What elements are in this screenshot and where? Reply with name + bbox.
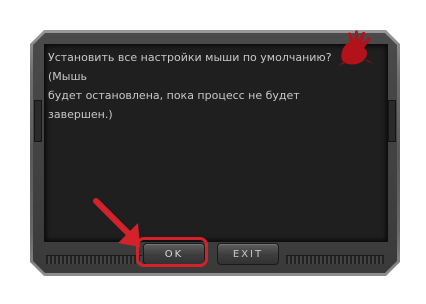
grille-left (46, 255, 142, 264)
ok-button[interactable]: OK (143, 243, 205, 265)
dialog-message-line1: Установить все настройки мыши по умолчан… (48, 51, 332, 83)
screen: Установить все настройки мыши по умолчан… (0, 0, 426, 304)
frame-notch-left (34, 100, 42, 142)
frame-notch-right (388, 100, 396, 142)
dialog-message-line2: будет остановлена, пока процесс не будет… (48, 89, 300, 121)
grille-right (286, 255, 384, 264)
exit-button[interactable]: EXIT (217, 243, 279, 265)
dialog-message: Установить все настройки мыши по умолчан… (48, 48, 348, 124)
